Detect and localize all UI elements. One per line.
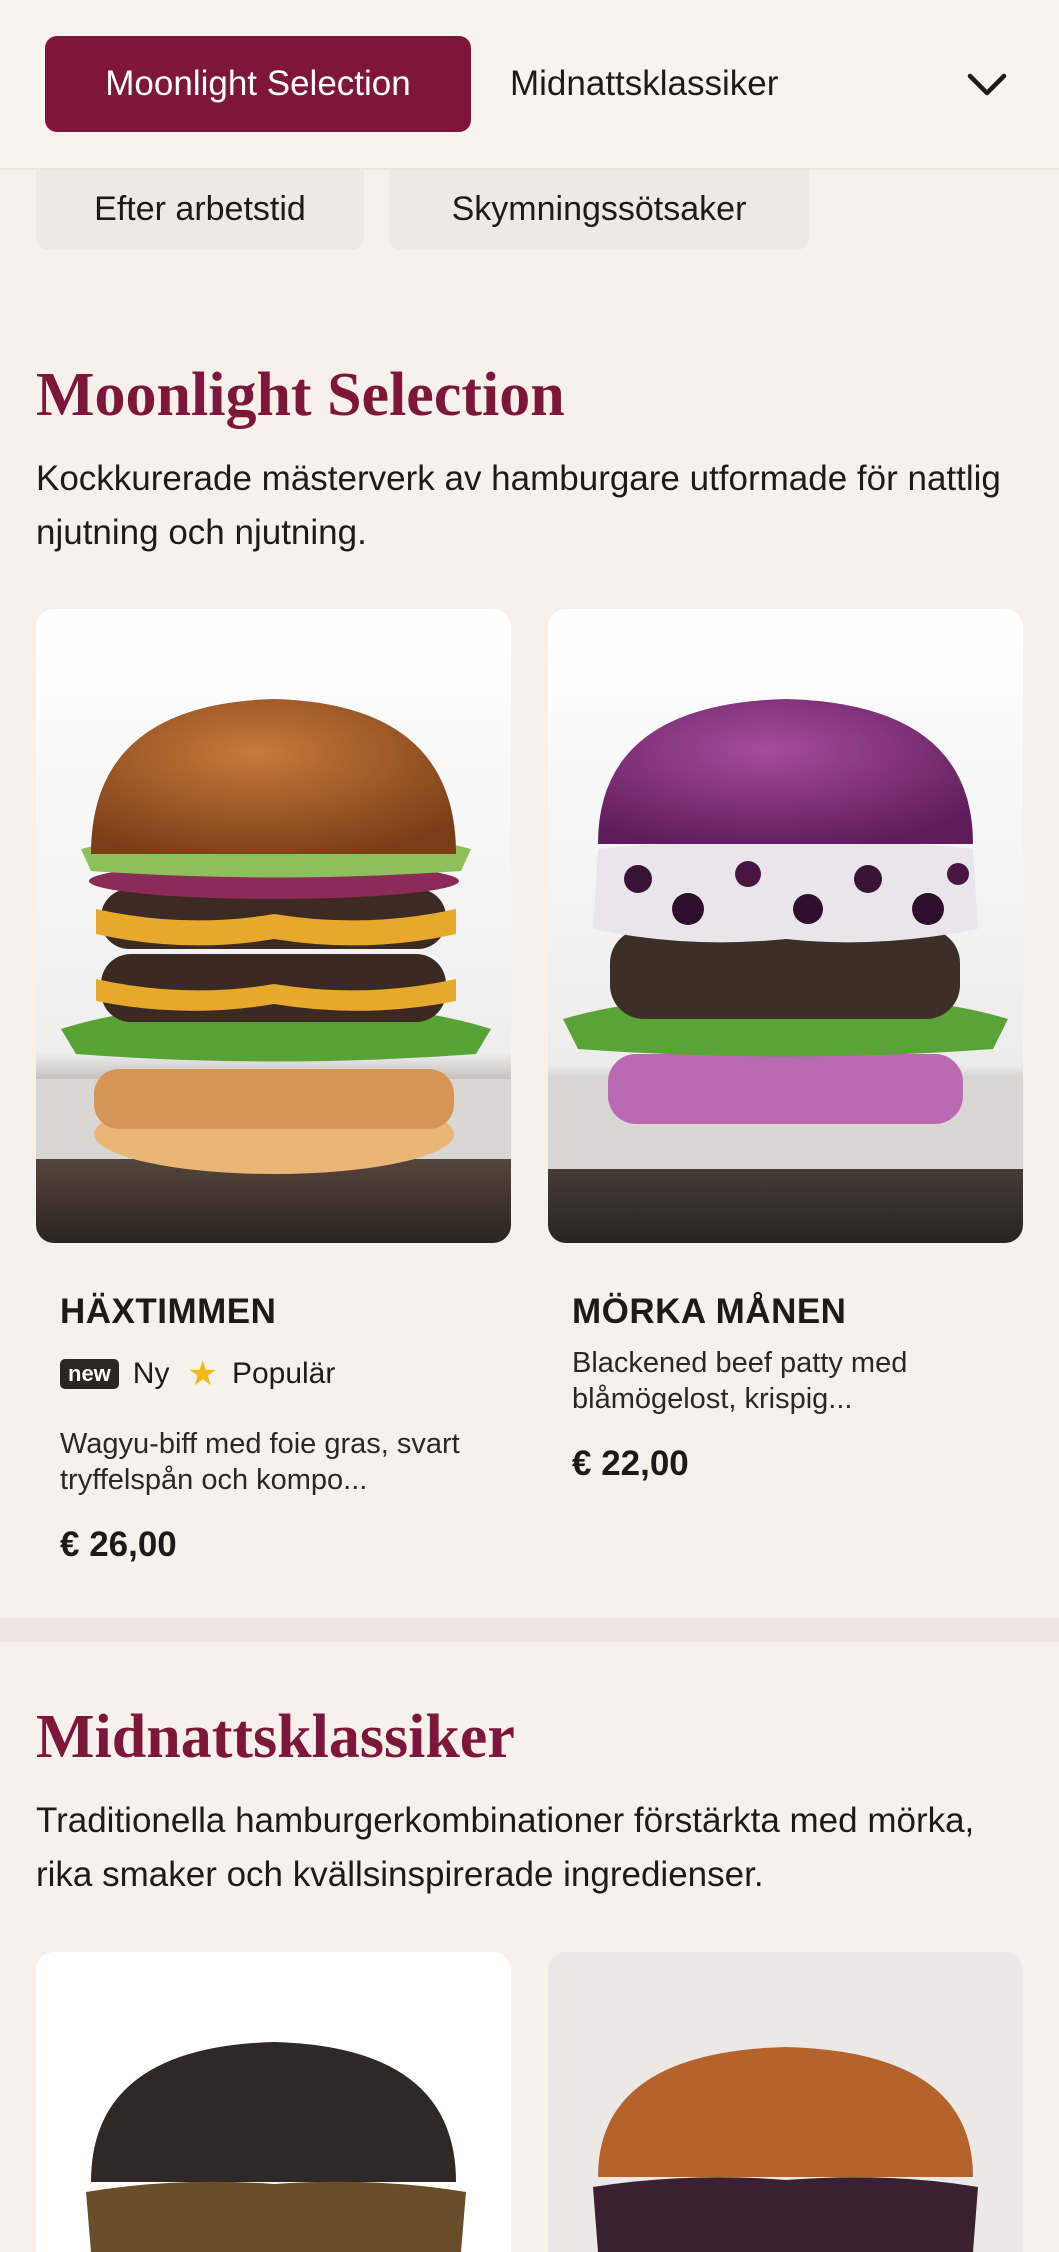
item-badges: new Ny ★ Populär [60, 1354, 335, 1394]
chip-efter-arbetstid[interactable]: Efter arbetstid [36, 168, 364, 250]
item-price: € 26,00 [60, 1525, 177, 1564]
section-title: Moonlight Selection [36, 361, 565, 429]
category-chips: Efter arbetstid Skymningssötsaker [0, 168, 1059, 250]
item-price: € 22,00 [572, 1444, 689, 1483]
burger-image-brioche[interactable] [548, 1952, 1023, 2252]
section-title: Midnattsklassiker [36, 1703, 515, 1771]
new-label: Ny [132, 1357, 170, 1390]
new-badge: new [60, 1359, 119, 1389]
tab-moonlight-selection[interactable]: Moonlight Selection [45, 36, 471, 132]
chip-skymningssotsaker[interactable]: Skymningssötsaker [389, 168, 809, 250]
category-nav: Moonlight Selection Midnattsklassiker [0, 0, 1059, 170]
item-description: Wagyu-biff med foie gras, svart tryffels… [60, 1428, 460, 1496]
tab-midnattsklassiker[interactable]: Midnattsklassiker [510, 36, 778, 132]
item-name: MÖRKA MÅNEN [572, 1292, 847, 1331]
burger-image-haxtimmen[interactable] [36, 609, 511, 1243]
popular-label: Populär [231, 1357, 336, 1390]
item-description: Blackened beef patty med blåmögelost, kr… [572, 1347, 908, 1415]
burger-image-morka-manen[interactable] [548, 609, 1023, 1243]
section-description: Kockkurerade mästerverk av hamburgare ut… [36, 459, 1001, 552]
section-description: Traditionella hamburgerkombinationer för… [36, 1801, 975, 1894]
burger-image-black-bun[interactable] [36, 1952, 511, 2252]
item-name: HÄXTIMMEN [60, 1292, 277, 1331]
section-divider [0, 1618, 1059, 1642]
chevron-down-icon[interactable] [960, 58, 1014, 112]
star-icon: ★ [187, 1355, 218, 1393]
